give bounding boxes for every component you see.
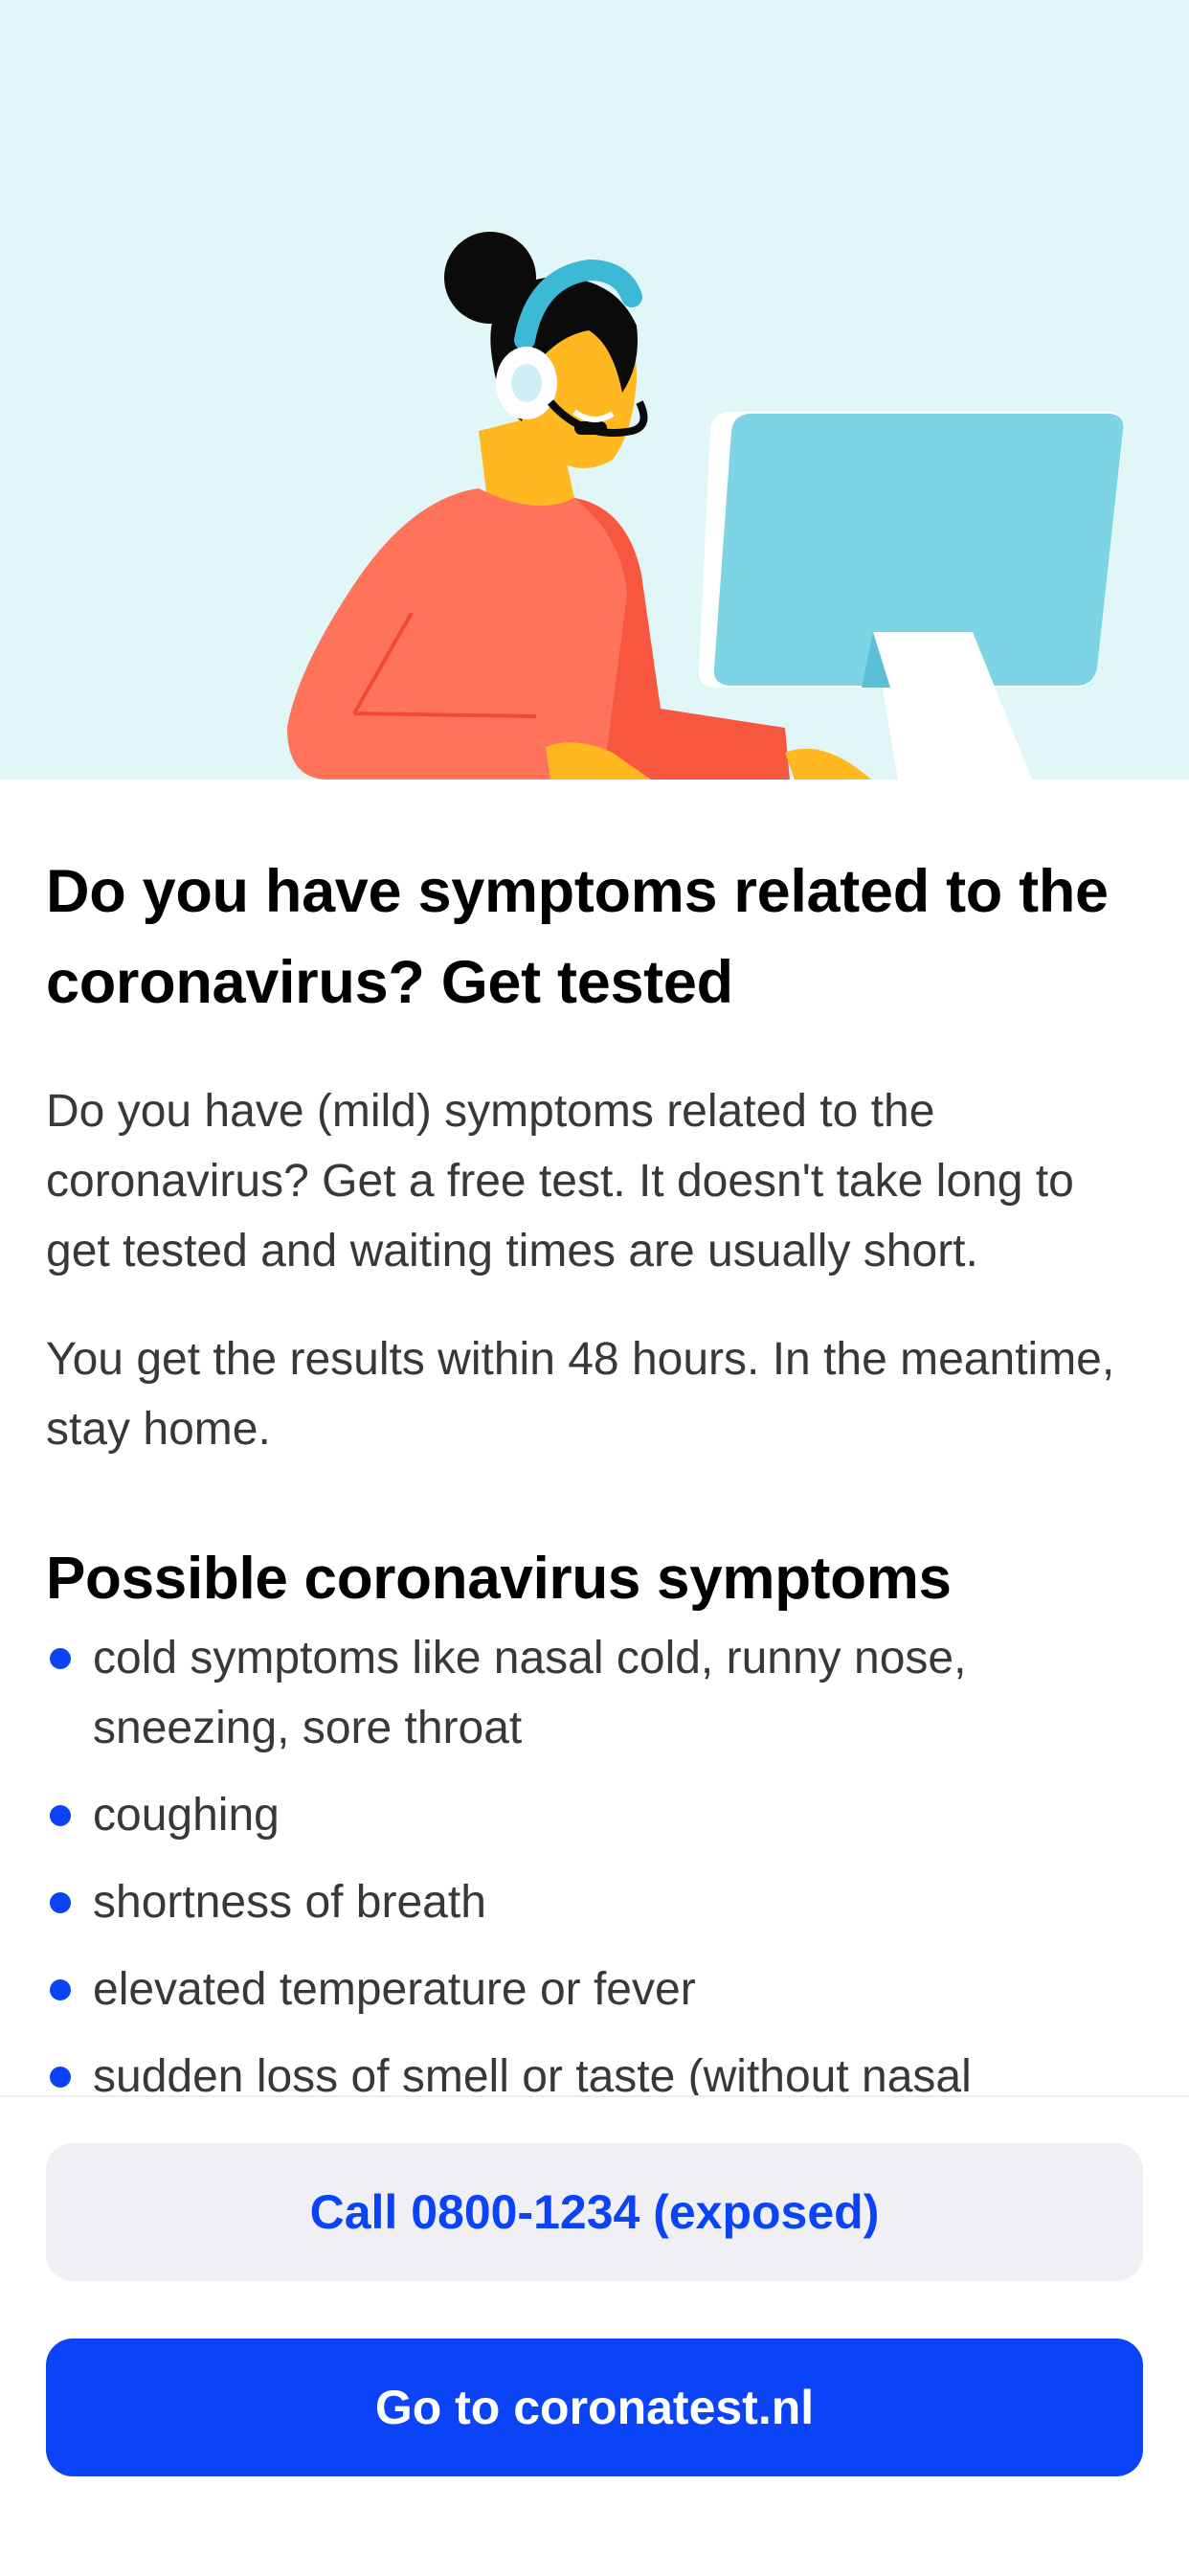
website-button[interactable]: Go to coronatest.nl: [46, 2339, 1143, 2476]
list-item: elevated temperature or fever: [46, 1955, 1143, 2024]
hero-banner: [0, 0, 1189, 780]
list-item-label: cold symptoms like nasal cold, runny nos…: [93, 1633, 967, 1753]
list-item-label: elevated temperature or fever: [93, 1964, 696, 2015]
results-paragraph: You get the results within 48 hours. In …: [46, 1334, 1115, 1455]
bullet-icon: [50, 1979, 71, 2000]
symptoms-list: cold symptoms like nasal cold, runny nos…: [46, 1623, 1143, 2112]
main-content: Do you have symptoms related to the coro…: [46, 780, 1143, 2129]
call-button[interactable]: Call 0800-1234 (exposed): [46, 2143, 1143, 2281]
bullet-icon: [50, 1648, 71, 1669]
page-title: Do you have symptoms related to the coro…: [46, 858, 1109, 1016]
action-footer: Call 0800-1234 (exposed) Go to coronates…: [0, 2095, 1189, 2576]
list-item: cold symptoms like nasal cold, runny nos…: [46, 1623, 1143, 1763]
bullet-icon: [50, 1892, 71, 1913]
list-item-label: coughing: [93, 1790, 280, 1841]
symptoms-heading: Possible coronavirus symptoms: [46, 1546, 952, 1612]
intro-paragraph: Do you have (mild) symptoms related to t…: [46, 1086, 1074, 1277]
website-button-label: Go to coronatest.nl: [374, 2381, 815, 2434]
bullet-icon: [50, 1805, 71, 1826]
call-button-label: Call 0800-1234 (exposed): [309, 2185, 880, 2239]
list-item: shortness of breath: [46, 1867, 1143, 1937]
bullet-icon: [50, 2067, 71, 2088]
list-item-label: shortness of breath: [93, 1877, 486, 1928]
helpdesk-illustration: [287, 232, 1125, 780]
list-item: coughing: [46, 1780, 1143, 1850]
